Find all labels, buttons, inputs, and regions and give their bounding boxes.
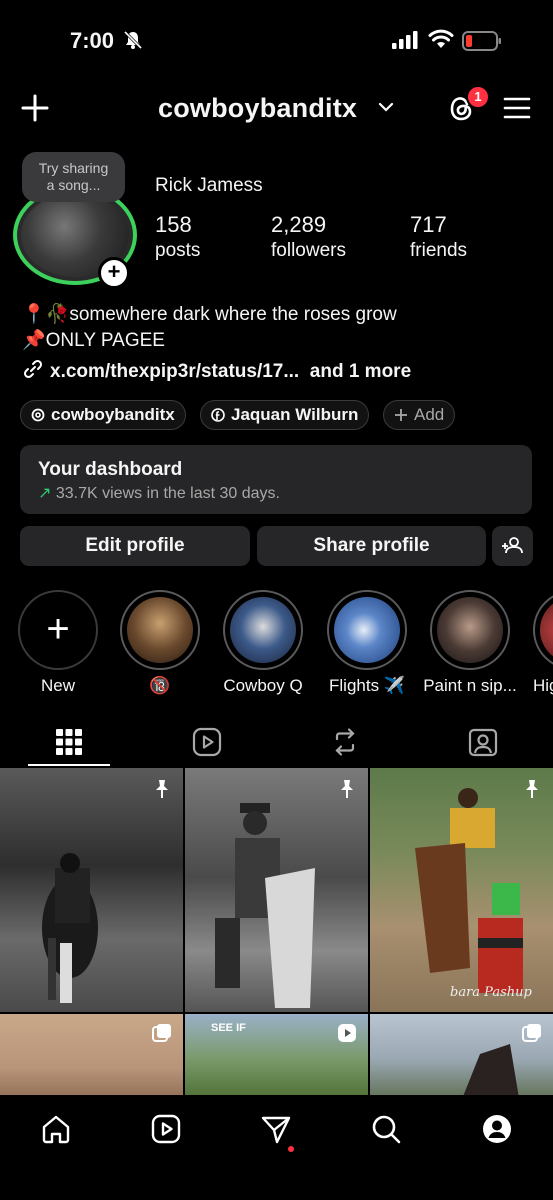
share-profile-button[interactable]: Share profile <box>257 526 486 566</box>
facebook-icon <box>211 408 225 422</box>
highlight-circle: + <box>18 590 98 670</box>
note-bubble[interactable]: Try sharing a song... <box>22 152 125 202</box>
photo-watermark: bara Pashup <box>450 985 532 1000</box>
chip-label: Add <box>414 405 445 424</box>
pin-icon <box>526 780 538 798</box>
username-switcher[interactable]: cowboybanditx <box>158 93 357 124</box>
chevron-down-icon[interactable] <box>378 101 394 113</box>
pin-icon <box>341 780 353 798</box>
battery-low-icon <box>462 31 501 51</box>
discover-people-button[interactable] <box>492 526 533 566</box>
direct-messages-icon[interactable] <box>260 1113 292 1145</box>
display-name: Rick Jamess <box>155 175 263 196</box>
profile-header: cowboybanditx 1 <box>0 85 553 135</box>
posts-grid: bara Pashup SEE IF <box>0 768 553 1098</box>
post-thumbnail[interactable]: SEE IF <box>185 1014 368 1098</box>
grid-icon[interactable] <box>53 726 85 758</box>
notification-badge: 1 <box>466 85 490 109</box>
trend-up-icon: ↗ <box>38 485 52 502</box>
highlight-cover <box>437 597 503 663</box>
stat-followers[interactable]: 2,289 followers <box>271 212 346 262</box>
stat-value: 717 <box>410 212 447 237</box>
stat-value: 2,289 <box>271 212 327 237</box>
stat-friends[interactable]: 717 friends <box>410 212 467 262</box>
dashboard-subtitle: ↗ 33.7K views in the last 30 days. <box>38 483 280 503</box>
bottom-nav <box>0 1095 553 1200</box>
pin-icon <box>156 780 168 798</box>
link-icon <box>23 359 43 379</box>
bell-slash-icon <box>123 30 143 50</box>
multi-photo-icon <box>522 1024 541 1042</box>
home-icon[interactable] <box>40 1113 72 1145</box>
link-more[interactable]: and 1 more <box>310 361 411 382</box>
post-thumbnail[interactable] <box>0 768 183 1012</box>
highlight-cover <box>127 597 193 663</box>
chip-facebook[interactable]: Jaquan Wilburn <box>200 400 370 430</box>
profile-icon[interactable] <box>481 1113 513 1145</box>
highlight-circle <box>327 590 407 670</box>
highlight-label: Paint n sip... <box>423 676 517 695</box>
status-time: 7:00 <box>70 28 115 53</box>
threads-icon <box>31 408 45 422</box>
chip-label: cowboybanditx <box>51 405 175 424</box>
highlight-cover <box>334 597 400 663</box>
highlight-circle <box>430 590 510 670</box>
post-photo <box>42 853 98 1003</box>
dashboard-card[interactable]: Your dashboard ↗ 33.7K views in the last… <box>20 445 532 514</box>
reels-icon[interactable] <box>191 726 223 758</box>
cellular-signal-icon <box>392 31 418 49</box>
highlight-circle <box>223 590 303 670</box>
post-thumbnail[interactable] <box>0 1014 183 1098</box>
bio-line-1: 📍🥀somewhere dark where the roses grow <box>22 304 397 325</box>
highlight-label: Hig <box>533 676 553 695</box>
status-bar: 7:00 <box>0 0 553 80</box>
add-person-icon <box>502 537 523 554</box>
stat-posts[interactable]: 158 posts <box>155 212 200 262</box>
highlight-label: Cowboy Q <box>223 676 303 695</box>
chip-threads[interactable]: cowboybanditx <box>20 400 186 430</box>
highlight-circle <box>533 590 553 670</box>
tagged-icon[interactable] <box>467 726 499 758</box>
add-story-button[interactable]: + <box>98 257 130 289</box>
plus-icon: + <box>46 607 70 651</box>
stat-label: followers <box>271 240 346 261</box>
stat-label: posts <box>155 240 201 261</box>
reel-icon <box>338 1024 356 1042</box>
chip-add[interactable]: Add <box>383 400 456 430</box>
active-tab-indicator <box>28 764 110 766</box>
bio-link[interactable]: x.com/thexpip3r/status/17... and 1 more <box>22 358 411 383</box>
highlight-item[interactable]: Hig <box>533 590 553 700</box>
post-photo <box>215 803 315 1008</box>
plus-icon <box>395 409 407 421</box>
chip-label: Jaquan Wilburn <box>231 405 359 424</box>
note-line-1: Try sharing <box>38 160 109 176</box>
post-photo <box>415 788 523 993</box>
multi-photo-icon <box>152 1024 171 1042</box>
highlight-cover <box>540 597 553 663</box>
wifi-icon <box>428 29 454 48</box>
stat-value: 158 <box>155 212 192 237</box>
profile-tabs <box>0 718 553 768</box>
reels-icon[interactable] <box>150 1113 182 1145</box>
post-thumbnail[interactable] <box>185 768 368 1012</box>
hamburger-menu-icon[interactable] <box>503 95 531 121</box>
edit-profile-button[interactable]: Edit profile <box>20 526 250 566</box>
dashboard-subtitle-text: 33.7K views in the last 30 days. <box>55 485 280 502</box>
reposts-icon[interactable] <box>329 726 361 758</box>
highlight-label: Flights ✈️ <box>329 676 405 695</box>
highlight-label: 🔞 <box>149 676 171 695</box>
search-icon[interactable] <box>370 1113 402 1145</box>
dashboard-title: Your dashboard <box>38 459 183 480</box>
bio-line-2: 📌ONLY PAGEE <box>22 330 165 351</box>
post-thumbnail[interactable]: bara Pashup <box>370 768 553 1012</box>
note-line-2: a song... <box>46 177 101 193</box>
link-text[interactable]: x.com/thexpip3r/status/17... <box>50 361 299 382</box>
create-plus-icon[interactable] <box>20 93 50 123</box>
messages-unread-dot <box>288 1146 294 1152</box>
post-thumbnail[interactable] <box>370 1014 553 1098</box>
highlight-cover <box>230 597 296 663</box>
highlight-circle <box>120 590 200 670</box>
stat-label: friends <box>410 240 468 261</box>
post-caption: SEE IF <box>211 1022 246 1034</box>
